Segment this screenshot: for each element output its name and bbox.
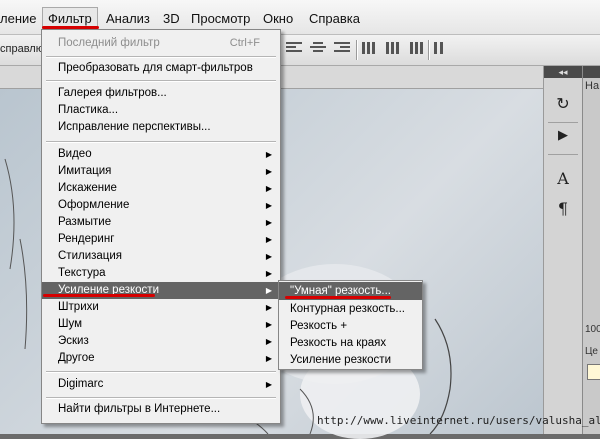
submenu-arrow-icon: ▶ xyxy=(265,286,272,295)
submenu-arrow-icon: ▶ xyxy=(265,201,272,210)
panel-title: На xyxy=(585,80,600,92)
panel-label: Це xyxy=(585,346,598,357)
menu-help[interactable]: Справка xyxy=(309,10,360,27)
menu-item-pixelate[interactable]: Оформление ▶ xyxy=(42,197,280,214)
menu-item-render[interactable]: Рендеринг ▶ xyxy=(42,231,280,248)
menu-item-last-filter: Последний фильтр Ctrl+F xyxy=(42,35,280,52)
menu-edit[interactable]: ление xyxy=(0,10,37,27)
annotation-underline-sharpen xyxy=(43,294,155,297)
submenu-arrow-icon: ▶ xyxy=(265,184,272,193)
submenu-arrow-icon: ▶ xyxy=(265,150,272,159)
shortcut-label: Ctrl+F xyxy=(229,37,260,49)
menu-separator xyxy=(46,56,276,58)
distribute-left-icon[interactable] xyxy=(362,42,378,56)
menu-item-blur[interactable]: Размытие ▶ xyxy=(42,214,280,231)
menu-separator xyxy=(46,397,276,399)
submenu-arrow-icon: ▶ xyxy=(265,269,272,278)
panel-value: 100 xyxy=(585,324,600,335)
submenu-arrow-icon: ▶ xyxy=(265,252,272,261)
submenu-arrow-icon: ▶ xyxy=(265,167,272,176)
menu-item-browse-filters-online[interactable]: Найти фильтры в Интернете... xyxy=(42,401,280,418)
filter-menu: Последний фильтр Ctrl+F Преобразовать дл… xyxy=(41,29,281,424)
menu-item-stylize[interactable]: Стилизация ▶ xyxy=(42,248,280,265)
auto-align-icon[interactable] xyxy=(434,42,450,56)
menu-item-other[interactable]: Другое ▶ xyxy=(42,350,280,367)
menu-item-distort[interactable]: Искажение ▶ xyxy=(42,180,280,197)
menu-item-video[interactable]: Видео ▶ xyxy=(42,146,280,163)
menu-item-convert-smart-filters[interactable]: Преобразовать для смарт-фильтров xyxy=(42,60,280,77)
menu-item-filter-gallery[interactable]: Галерея фильтров... xyxy=(42,85,280,102)
menu-item-texture[interactable]: Текстура ▶ xyxy=(42,265,280,282)
character-icon[interactable]: A xyxy=(552,168,574,190)
annotation-underline-smart-sharpen xyxy=(285,296,391,299)
menu-3d[interactable]: 3D xyxy=(163,10,180,27)
submenu-arrow-icon: ▶ xyxy=(265,354,272,363)
color-swatch[interactable] xyxy=(587,364,600,380)
sharpen-submenu: "Умная" резкость... Контурная резкость..… xyxy=(278,280,423,370)
menu-item-liquify[interactable]: Пластика... xyxy=(42,102,280,119)
submenu-arrow-icon: ▶ xyxy=(265,337,272,346)
submenu-arrow-icon: ▶ xyxy=(265,235,272,244)
menu-view[interactable]: Просмотр xyxy=(191,10,250,27)
menu-item-sharpen-more[interactable]: Резкость + xyxy=(279,317,422,335)
menu-item-brush-strokes[interactable]: Штрихи ▶ xyxy=(42,299,280,316)
menu-separator xyxy=(46,141,276,143)
menu-analysis[interactable]: Анализ xyxy=(106,10,150,27)
menu-item-unsharp-mask[interactable]: Контурная резкость... xyxy=(279,300,422,318)
actions-play-icon[interactable]: ▶ xyxy=(552,124,574,146)
submenu-arrow-icon: ▶ xyxy=(265,218,272,227)
paragraph-icon[interactable]: ¶ xyxy=(552,198,574,220)
panel-collapse-icon[interactable]: ◂◂ xyxy=(544,66,582,78)
menu-item-lens-correction[interactable]: Исправление перспективы... xyxy=(42,119,280,136)
submenu-arrow-icon: ▶ xyxy=(265,320,272,329)
align-top-icon[interactable] xyxy=(286,42,302,56)
side-panel: На 100 Це xyxy=(582,66,600,434)
menu-item-digimarc[interactable]: Digimarc ▶ xyxy=(42,376,280,393)
menu-separator xyxy=(46,371,276,373)
menu-item-noise[interactable]: Шум ▶ xyxy=(42,316,280,333)
menu-item-sharpen-basic[interactable]: Усиление резкости xyxy=(279,351,422,369)
menu-item-sharpen-edges[interactable]: Резкость на краях xyxy=(279,334,422,352)
align-bottom-icon[interactable] xyxy=(334,42,350,56)
menu-item-artistic[interactable]: Имитация ▶ xyxy=(42,163,280,180)
options-separator xyxy=(428,40,430,60)
options-label: справлю xyxy=(0,43,44,55)
submenu-arrow-icon: ▶ xyxy=(265,303,272,312)
history-icon[interactable]: ↻ xyxy=(552,94,574,116)
watermark-url: http://www.liveinternet.ru/users/valusha… xyxy=(317,414,600,427)
panel-separator xyxy=(548,122,578,123)
options-separator xyxy=(356,40,358,60)
panel-titlebar xyxy=(583,66,600,78)
menu-item-sketch[interactable]: Эскиз ▶ xyxy=(42,333,280,350)
submenu-arrow-icon: ▶ xyxy=(265,380,272,389)
menu-window[interactable]: Окно xyxy=(263,10,293,27)
panel-separator xyxy=(548,154,578,155)
panel-dock: ◂◂ ↻ ▶ A ¶ xyxy=(543,66,583,434)
distribute-right-icon[interactable] xyxy=(410,42,426,56)
align-vcenter-icon[interactable] xyxy=(310,42,326,56)
menu-separator xyxy=(46,80,276,82)
distribute-hcenter-icon[interactable] xyxy=(386,42,402,56)
